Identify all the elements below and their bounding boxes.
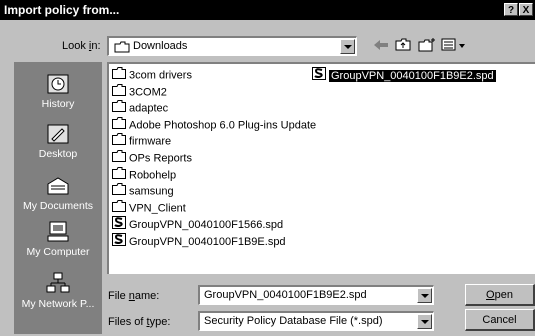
file-item-label: firmware	[129, 135, 172, 148]
folder-item[interactable]: adaptec	[112, 100, 168, 115]
file-item-label: VPN_Client	[129, 202, 186, 215]
file-item-label: Robohelp	[129, 169, 177, 181]
file-item-label: 3com drivers	[129, 69, 192, 82]
files-of-type-label: Files of type:	[108, 316, 171, 328]
place-history[interactable]: History	[14, 72, 102, 110]
spd-file-icon	[112, 216, 126, 234]
file-item[interactable]: GroupVPN_0040100F1566.spd	[112, 216, 283, 231]
title-bar: Import policy from... ? X	[0, 0, 535, 20]
folder-item[interactable]: 3COM2	[112, 83, 167, 101]
desktop-icon	[47, 124, 69, 144]
place-my-documents[interactable]: My Documents	[14, 174, 102, 212]
look-in-value: Downloads	[133, 40, 188, 52]
folder-icon	[112, 183, 126, 200]
open-button[interactable]: Open	[465, 284, 535, 306]
my-documents-icon	[47, 177, 69, 195]
file-item-label: samsung	[129, 185, 174, 198]
look-in-combo[interactable]: Downloads	[107, 36, 357, 56]
folder-icon	[112, 67, 126, 84]
file-item-label: GroupVPN_0040100F1B9E.spd	[129, 235, 286, 248]
file-name-dropdown-button[interactable]	[417, 288, 432, 303]
cancel-button[interactable]: Cancel	[465, 309, 535, 331]
network-icon	[46, 272, 70, 293]
help-button[interactable]: ?	[504, 3, 518, 16]
up-folder-icon[interactable]	[395, 38, 413, 52]
folder-icon	[112, 83, 126, 101]
folder-icon	[112, 100, 126, 117]
folder-icon	[112, 133, 126, 150]
file-item-label: GroupVPN_0040100F1B9E2.spd	[329, 69, 496, 82]
my-computer-icon	[47, 221, 69, 242]
file-name-input[interactable]: GroupVPN_0040100F1B9E2.spd	[198, 285, 434, 305]
places-bar: History Desktop My Documents My Computer…	[14, 62, 102, 334]
look-in-label: Look in:	[62, 40, 101, 52]
place-desktop[interactable]: Desktop	[14, 122, 102, 160]
file-list[interactable]: 3com drivers 3COM2 adaptec Adobe Photoshop …	[107, 62, 535, 274]
file-item-label: OPs Reports	[129, 152, 192, 165]
spd-file-icon	[112, 233, 126, 251]
folder-item[interactable]: 3com drivers	[112, 67, 192, 82]
file-item-label: GroupVPN_0040100F1566.spd	[129, 219, 284, 232]
folder-item[interactable]: OPs Reports	[112, 150, 192, 165]
file-item-label: Adobe Photoshop 6.0 Plug-ins Update	[129, 119, 317, 132]
file-name-label: File name:	[108, 290, 160, 302]
file-item-label: adaptec	[129, 102, 169, 115]
new-folder-icon[interactable]	[418, 38, 436, 52]
history-icon	[47, 74, 69, 94]
place-my-computer[interactable]: My Computer	[14, 220, 102, 258]
file-item[interactable]: GroupVPN_0040100F1B9E2.spd	[312, 67, 496, 82]
files-of-type-select[interactable]: Security Policy Database File (*.spd)	[198, 311, 434, 331]
view-menu-icon[interactable]	[441, 38, 467, 52]
look-in-dropdown-button[interactable]	[340, 39, 355, 54]
back-icon[interactable]	[372, 38, 390, 52]
file-item[interactable]: GroupVPN_0040100F1B9E.spd	[112, 233, 286, 248]
spd-file-icon	[312, 67, 326, 85]
files-of-type-value: Security Policy Database File (*.spd)	[204, 315, 383, 327]
folder-icon	[114, 41, 130, 53]
folder-item[interactable]: firmware	[112, 133, 171, 148]
folder-item[interactable]: VPN_Client	[112, 199, 186, 217]
folder-icon	[112, 166, 126, 184]
folder-item[interactable]: samsung	[112, 183, 174, 198]
dialog-title: Import policy from...	[4, 3, 120, 17]
folder-item[interactable]: Robohelp	[112, 166, 177, 184]
place-my-network[interactable]: My Network P...	[14, 272, 102, 310]
close-button[interactable]: X	[519, 3, 533, 16]
folder-icon	[112, 116, 126, 134]
folder-icon	[112, 150, 126, 167]
folder-icon	[112, 199, 126, 217]
folder-item[interactable]: Adobe Photoshop 6.0 Plug-ins Update	[112, 116, 317, 134]
file-name-value: GroupVPN_0040100F1B9E2.spd	[204, 289, 367, 301]
file-item-label: 3COM2	[129, 86, 167, 98]
files-of-type-dropdown-button[interactable]	[417, 314, 432, 329]
